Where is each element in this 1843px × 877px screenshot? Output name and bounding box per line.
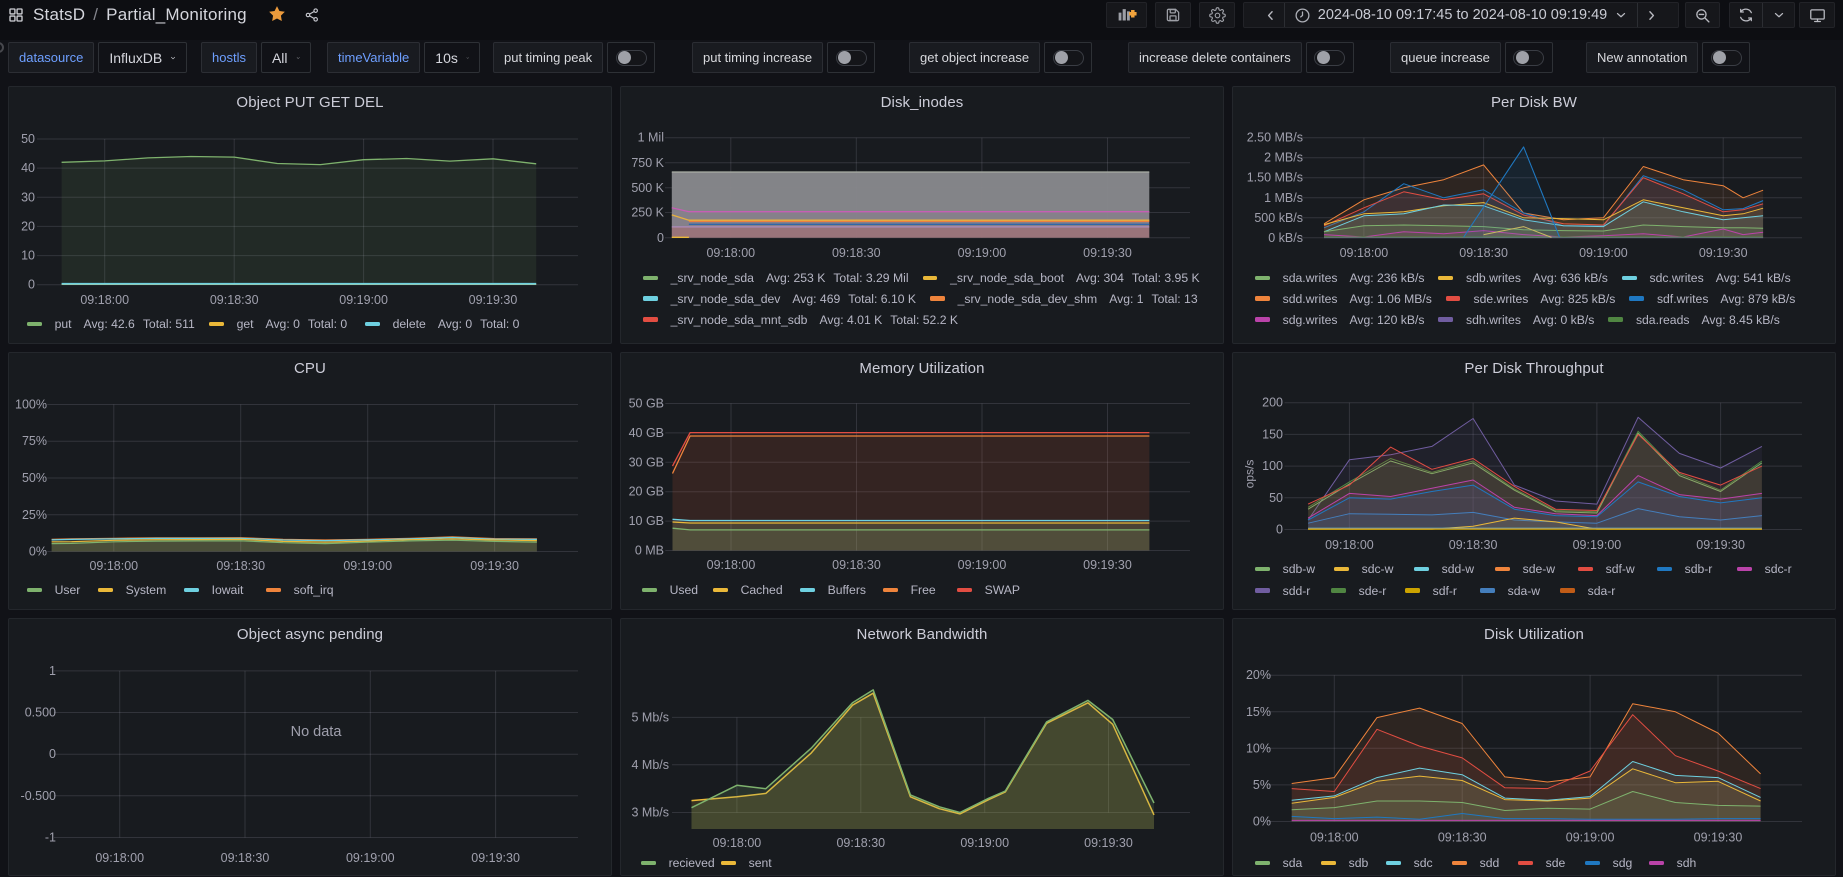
svg-text:500 kB/s: 500 kB/s	[1254, 211, 1303, 225]
svg-text:09:19:30: 09:19:30	[1694, 831, 1743, 845]
svg-text:10: 10	[21, 249, 35, 263]
svg-text:75%: 75%	[22, 434, 47, 448]
svg-text:20 GB: 20 GB	[629, 485, 664, 499]
svg-text:50: 50	[1269, 491, 1283, 505]
svg-text:09:19:00: 09:19:00	[1573, 538, 1622, 552]
svg-text:1: 1	[49, 664, 56, 678]
svg-text:50 GB: 50 GB	[629, 397, 664, 411]
svg-text:40 GB: 40 GB	[629, 426, 664, 440]
svg-text:-0.500: -0.500	[21, 789, 56, 803]
svg-text:09:18:00: 09:18:00	[80, 293, 129, 307]
svg-text:09:19:00: 09:19:00	[960, 836, 1009, 850]
svg-text:30: 30	[21, 190, 35, 204]
svg-text:09:18:00: 09:18:00	[1310, 831, 1359, 845]
svg-text:09:18:00: 09:18:00	[95, 851, 144, 865]
svg-text:09:18:00: 09:18:00	[89, 559, 138, 573]
svg-text:09:18:00: 09:18:00	[1325, 538, 1374, 552]
svg-text:5 Mb/s: 5 Mb/s	[631, 710, 669, 724]
svg-text:09:18:30: 09:18:30	[210, 293, 259, 307]
svg-text:10%: 10%	[1246, 741, 1271, 755]
svg-text:09:19:30: 09:19:30	[1083, 246, 1132, 260]
svg-text:09:18:30: 09:18:30	[216, 559, 265, 573]
svg-text:30 GB: 30 GB	[629, 455, 664, 469]
svg-text:50%: 50%	[22, 471, 47, 485]
svg-text:1.50 MB/s: 1.50 MB/s	[1247, 171, 1303, 185]
svg-text:0.500: 0.500	[25, 706, 56, 720]
svg-text:1 Mil: 1 Mil	[638, 131, 664, 145]
svg-text:15%: 15%	[1246, 705, 1271, 719]
svg-text:50: 50	[21, 132, 35, 146]
svg-text:2 MB/s: 2 MB/s	[1264, 151, 1303, 165]
svg-text:09:18:30: 09:18:30	[832, 246, 881, 260]
svg-text:09:18:30: 09:18:30	[832, 558, 881, 572]
svg-text:09:19:30: 09:19:30	[471, 851, 520, 865]
svg-text:0: 0	[1276, 523, 1283, 537]
svg-text:1 MB/s: 1 MB/s	[1264, 191, 1303, 205]
svg-text:09:19:00: 09:19:00	[1566, 831, 1615, 845]
svg-text:09:18:30: 09:18:30	[836, 836, 885, 850]
svg-text:2.50 MB/s: 2.50 MB/s	[1247, 131, 1303, 145]
svg-text:40: 40	[21, 161, 35, 175]
svg-text:09:18:00: 09:18:00	[713, 836, 762, 850]
svg-text:25%: 25%	[22, 508, 47, 522]
svg-text:500 K: 500 K	[631, 181, 664, 195]
svg-text:4 Mb/s: 4 Mb/s	[631, 758, 669, 772]
svg-text:0 kB/s: 0 kB/s	[1268, 231, 1303, 245]
svg-text:750 K: 750 K	[631, 156, 664, 170]
svg-text:09:19:30: 09:19:30	[470, 559, 519, 573]
svg-text:5%: 5%	[1253, 778, 1271, 792]
svg-text:09:19:00: 09:19:00	[1579, 246, 1628, 260]
svg-text:0 MB: 0 MB	[635, 544, 664, 558]
svg-text:09:19:00: 09:19:00	[339, 293, 388, 307]
svg-text:09:19:30: 09:19:30	[1699, 246, 1748, 260]
svg-text:150: 150	[1262, 427, 1283, 441]
svg-text:09:19:00: 09:19:00	[958, 558, 1007, 572]
svg-text:09:19:30: 09:19:30	[1696, 538, 1745, 552]
svg-text:09:19:00: 09:19:00	[346, 851, 395, 865]
svg-text:09:18:00: 09:18:00	[1340, 246, 1389, 260]
svg-text:09:19:30: 09:19:30	[1083, 558, 1132, 572]
svg-text:09:19:30: 09:19:30	[469, 293, 518, 307]
svg-text:09:19:30: 09:19:30	[1084, 836, 1133, 850]
svg-text:200: 200	[1262, 396, 1283, 410]
svg-text:09:19:00: 09:19:00	[958, 246, 1007, 260]
svg-text:09:18:00: 09:18:00	[706, 246, 755, 260]
svg-text:09:18:30: 09:18:30	[221, 851, 270, 865]
svg-text:20%: 20%	[1246, 668, 1271, 682]
svg-text:20: 20	[21, 219, 35, 233]
svg-text:09:18:00: 09:18:00	[707, 558, 756, 572]
svg-text:0: 0	[657, 231, 664, 245]
svg-text:0%: 0%	[29, 545, 47, 559]
svg-text:0: 0	[49, 747, 56, 761]
svg-text:09:18:30: 09:18:30	[1438, 831, 1487, 845]
svg-text:09:19:00: 09:19:00	[343, 559, 392, 573]
svg-text:09:18:30: 09:18:30	[1459, 246, 1508, 260]
svg-text:-1: -1	[45, 831, 56, 845]
svg-text:3 Mb/s: 3 Mb/s	[631, 806, 669, 820]
svg-text:100: 100	[1262, 459, 1283, 473]
svg-text:10 GB: 10 GB	[629, 514, 664, 528]
svg-text:100%: 100%	[15, 398, 47, 412]
svg-text:250 K: 250 K	[631, 206, 664, 220]
svg-text:09:18:30: 09:18:30	[1449, 538, 1498, 552]
svg-text:0: 0	[28, 278, 35, 292]
svg-text:0%: 0%	[1253, 815, 1271, 829]
